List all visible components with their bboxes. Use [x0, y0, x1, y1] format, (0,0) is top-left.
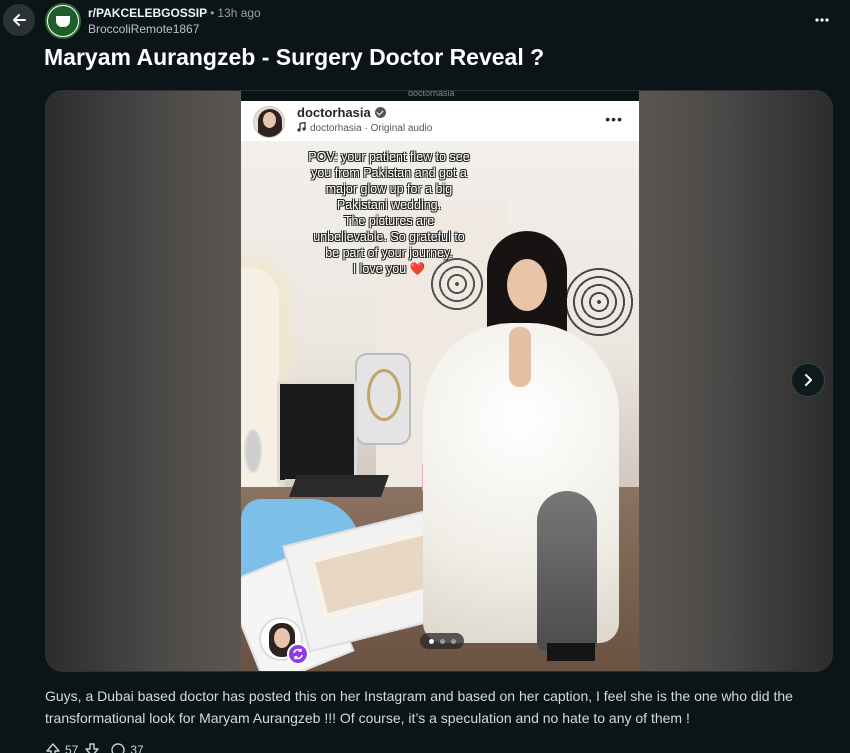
meta-separator: •	[210, 6, 215, 20]
reel-audio: doctorhasia · Original audio	[297, 121, 432, 134]
reel-header: doctorhasia doctorhasia · Original audio…	[241, 101, 639, 141]
post-author[interactable]: BroccoliRemote1867	[88, 22, 199, 36]
downvote-icon[interactable]	[84, 742, 100, 753]
back-button[interactable]	[3, 4, 35, 36]
woman-face	[507, 259, 547, 311]
back-arrow-icon	[13, 14, 26, 26]
reel-more-icon: •••	[605, 111, 623, 127]
media-blur-left	[46, 91, 242, 671]
caption-line: major glow up for a big	[325, 182, 453, 196]
reel-avatar	[253, 106, 285, 138]
caption-line: I love you ❤️	[352, 262, 426, 276]
comment-count[interactable]: 37	[130, 743, 143, 753]
post-time: 13h ago	[217, 6, 261, 20]
subreddit-name[interactable]: r/PAKCELEBGOSSIP	[88, 6, 207, 20]
more-options-button[interactable]	[812, 10, 832, 30]
post-body: Guys, a Dubai based doctor has posted th…	[45, 688, 793, 726]
subreddit-avatar[interactable]	[45, 3, 81, 39]
caption-line: unbelievable. So grateful to	[313, 230, 465, 244]
next-image-button[interactable]	[791, 363, 825, 397]
carousel-indicator	[420, 633, 464, 649]
hand-sculpture	[537, 491, 597, 651]
reel-top-bar: doctorhasia	[241, 91, 639, 101]
verified-badge-icon	[374, 107, 386, 118]
woman-folded-hands	[509, 327, 531, 387]
carousel-dot	[439, 638, 445, 644]
more-options-icon	[815, 18, 829, 22]
caption-line: be part of your journey.	[325, 246, 453, 260]
upvote-icon[interactable]	[45, 742, 61, 753]
chevron-right-icon	[805, 374, 812, 386]
media-gallery[interactable]: doctorhasia doctorhasia doctorhasia · Or…	[45, 90, 833, 672]
computer-monitor	[277, 381, 357, 483]
caption-line: The pictures are	[343, 214, 435, 228]
wall-decor	[563, 266, 635, 338]
mirror	[244, 429, 262, 473]
carousel-dot-active	[428, 638, 434, 644]
carousel-dot	[450, 638, 456, 644]
reel-top-label: doctorhasia	[408, 91, 455, 98]
repost-icon	[287, 643, 309, 665]
music-note-icon	[297, 121, 306, 132]
post-actions: 57 37	[45, 740, 150, 753]
reel-username: doctorhasia	[297, 105, 386, 120]
heart-emoji: ❤️	[409, 262, 426, 276]
comment-icon[interactable]	[110, 742, 126, 753]
post-meta: r/PAKCELEBGOSSIP • 13h ago	[88, 6, 261, 20]
caption-line: Pakistani wedding.	[336, 198, 442, 212]
sculpture-base	[547, 643, 595, 661]
caption-line: you from Pakistan and got a	[311, 166, 467, 180]
post-title[interactable]: Maryam Aurangzeb - Surgery Doctor Reveal…	[44, 44, 544, 71]
skin-analyzer-device	[355, 353, 411, 445]
instagram-reel-screenshot: doctorhasia doctorhasia doctorhasia · Or…	[241, 91, 639, 671]
vote-count: 57	[65, 743, 79, 753]
caption-line: POV: your patient flew to see	[308, 150, 470, 164]
subreddit-avatar-icon	[48, 6, 78, 36]
reel-caption: POV: your patient flew to see you from P…	[269, 149, 509, 277]
keyboard	[288, 475, 390, 497]
